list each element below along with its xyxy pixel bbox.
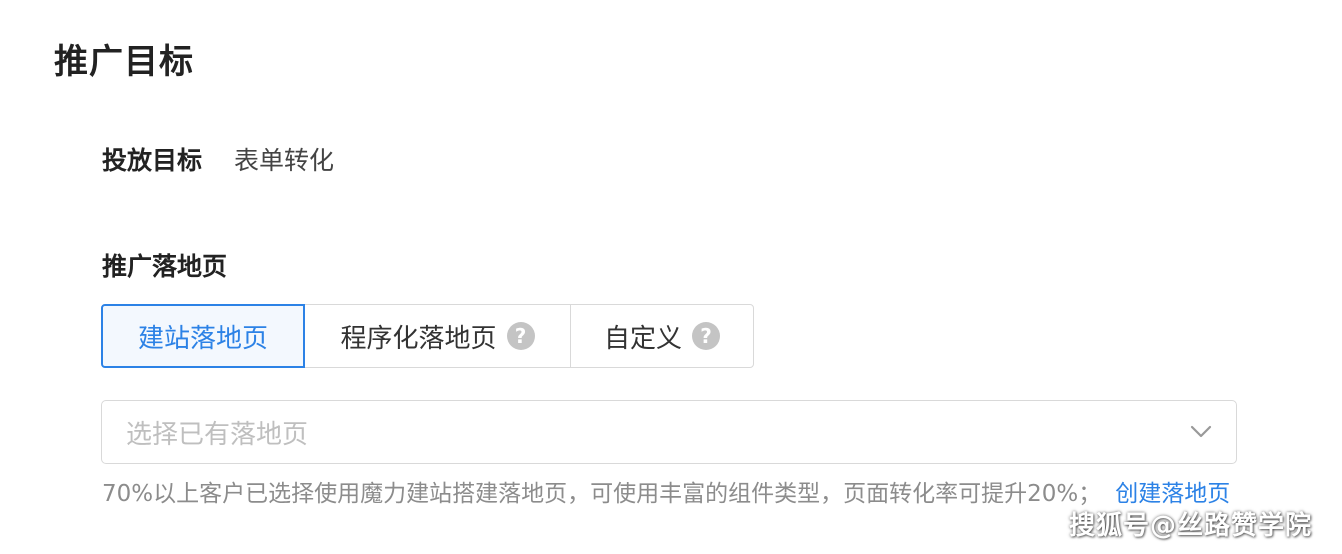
question-circle-icon[interactable]: ? xyxy=(506,322,535,350)
goal-row: 投放目标 表单转化 xyxy=(102,140,334,178)
landing-page-hint: 70%以上客户已选择使用魔力建站搭建落地页，可使用丰富的组件类型，页面转化率可提… xyxy=(102,478,1230,510)
page-title: 推广目标 xyxy=(54,42,194,82)
landing-page-type-tabs: 建站落地页 程序化落地页 ? 自定义 ? xyxy=(101,304,754,368)
goal-label: 投放目标 xyxy=(102,146,203,175)
watermark: 搜狐号@丝路赞学院 xyxy=(1068,511,1312,541)
chevron-down-icon xyxy=(1190,425,1212,438)
hint-text: 70%以上客户已选择使用魔力建站搭建落地页，可使用丰富的组件类型，页面转化率可提… xyxy=(102,481,1102,507)
tab-programmatic-landing-page[interactable]: 程序化落地页 ? xyxy=(303,304,572,368)
tab-site-landing-page[interactable]: 建站落地页 xyxy=(101,304,305,368)
tab-label: 自定义 xyxy=(603,323,682,354)
tab-label: 建站落地页 xyxy=(137,323,268,354)
question-circle-icon[interactable]: ? xyxy=(692,322,720,350)
landing-page-label: 推广落地页 xyxy=(102,252,228,281)
goal-value: 表单转化 xyxy=(234,146,335,175)
tab-custom[interactable]: 自定义 ? xyxy=(570,304,754,368)
select-placeholder: 选择已有落地页 xyxy=(126,419,309,450)
tab-label: 程序化落地页 xyxy=(340,323,497,354)
landing-page-select[interactable]: 选择已有落地页 xyxy=(101,400,1237,464)
create-landing-page-link[interactable]: 创建落地页 xyxy=(1115,481,1230,507)
